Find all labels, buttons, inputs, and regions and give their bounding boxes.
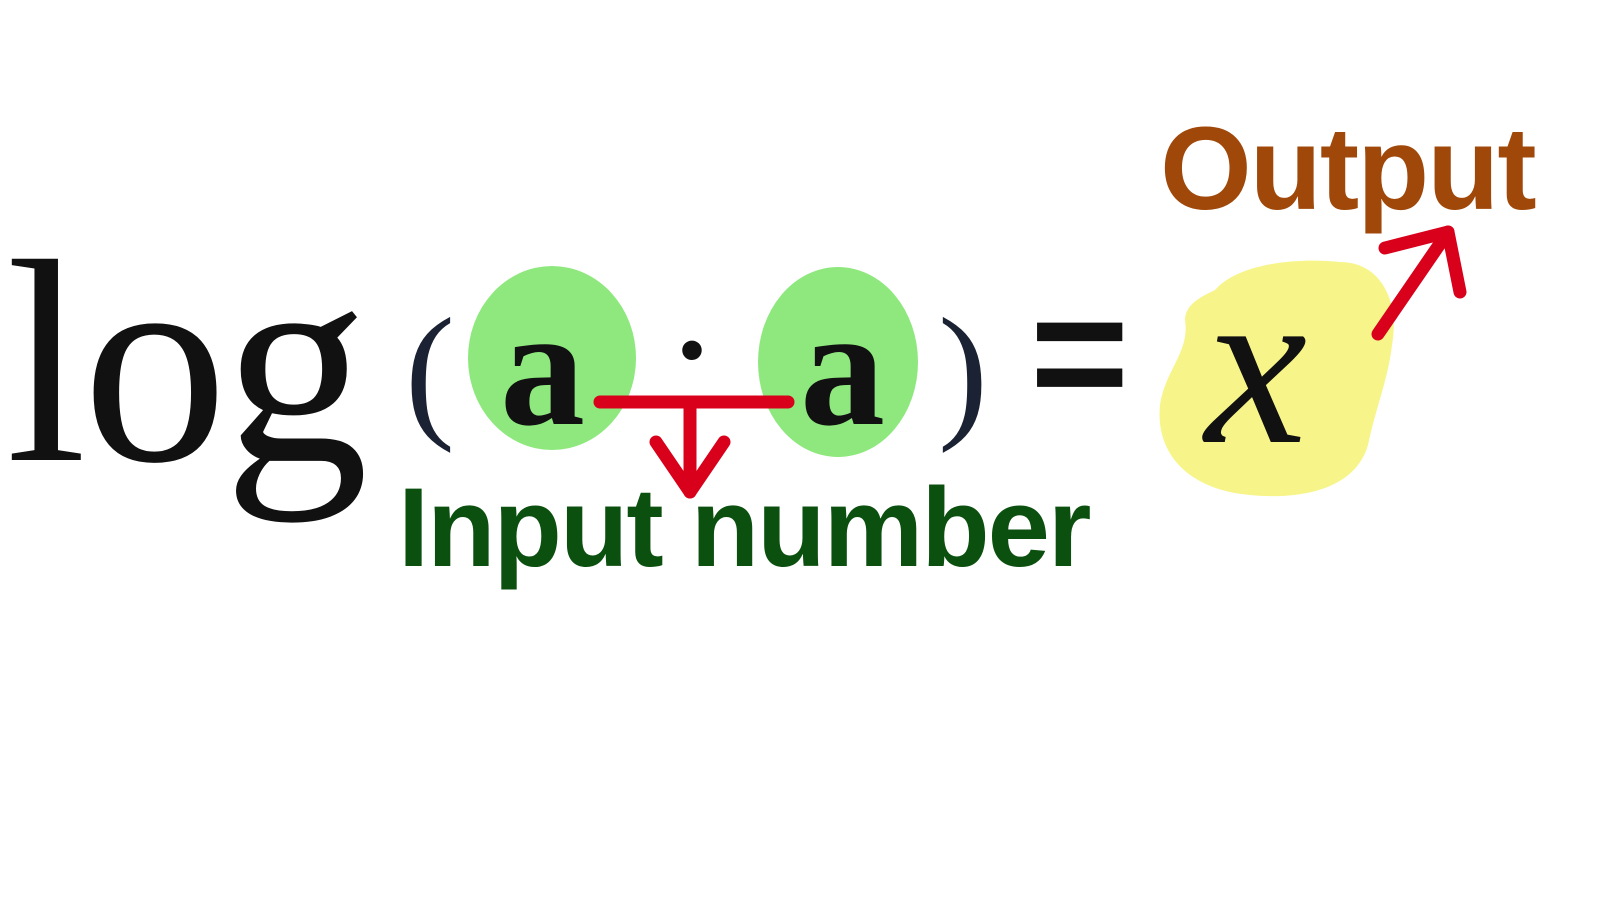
arrow-layer bbox=[593, 225, 1467, 499]
input-arrow-icon bbox=[593, 395, 795, 499]
output-arrow-icon bbox=[1371, 225, 1467, 341]
equation-diagram: log ( a · a ) = x Output Input number bbox=[0, 0, 1600, 900]
